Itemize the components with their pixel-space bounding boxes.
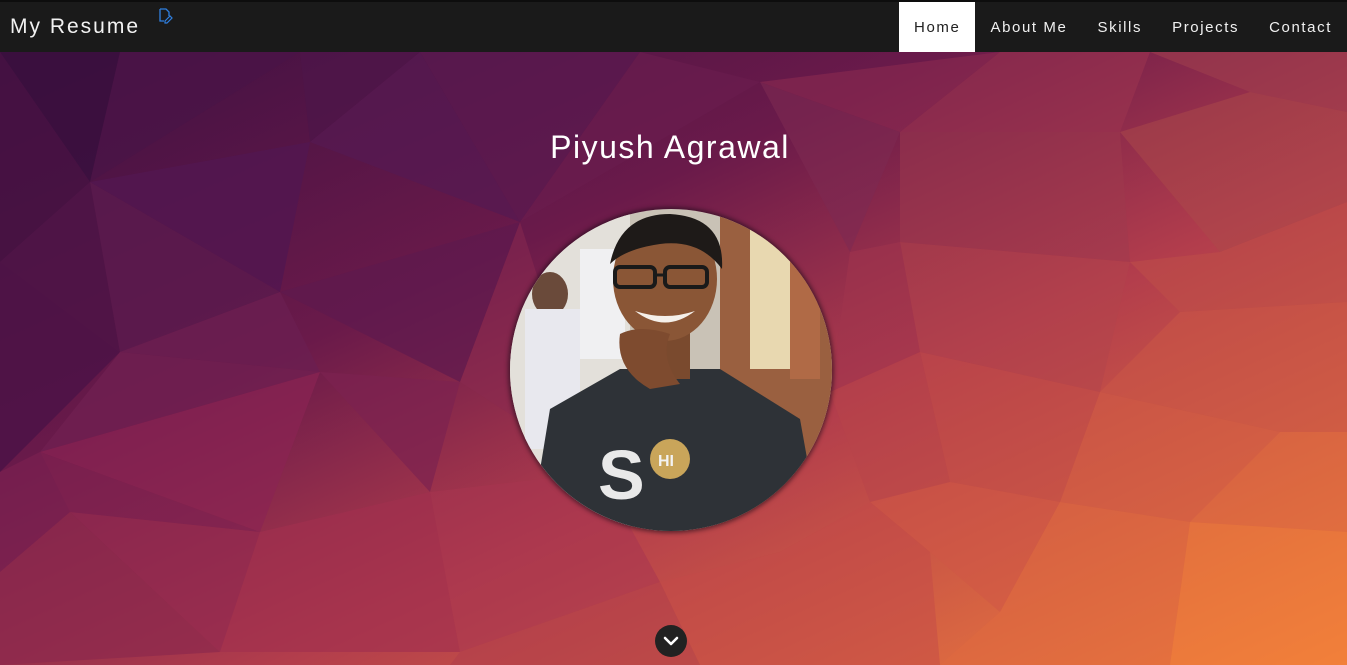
nav-skills[interactable]: Skills [1082,2,1157,52]
scroll-down-button[interactable] [655,625,687,657]
edit-document-icon[interactable] [157,8,173,24]
top-navbar: My Resume Home About Me Skills Projects … [0,0,1347,52]
hero-name: Piyush Agrawal [550,129,790,165]
resume-page: My Resume Home About Me Skills Projects … [0,0,1347,665]
nav-contact[interactable]: Contact [1254,2,1347,52]
svg-text:S: S [598,436,645,514]
nav-home[interactable]: Home [899,2,976,52]
hero-section: Piyush Agrawal S HI [0,52,1347,665]
main-nav: Home About Me Skills Projects Contact [899,2,1347,52]
svg-text:HI: HI [658,453,674,470]
profile-photo: S HI [510,209,832,531]
nav-about-me[interactable]: About Me [975,2,1082,52]
chevron-down-icon [663,636,679,646]
nav-projects[interactable]: Projects [1157,2,1254,52]
site-brand[interactable]: My Resume [10,15,140,39]
